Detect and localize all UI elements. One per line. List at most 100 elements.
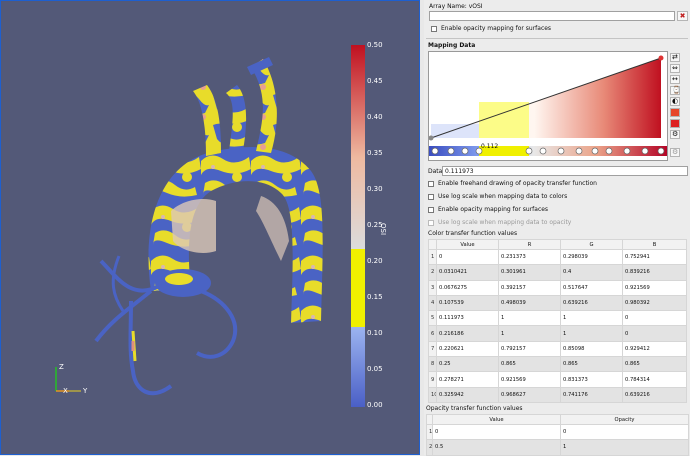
- save-preset-button[interactable]: [670, 119, 680, 128]
- rescale-to-data-button[interactable]: ⇔: [670, 64, 680, 73]
- table-row[interactable]: 5 0.111973 1 1 0: [428, 310, 687, 327]
- cell-r[interactable]: 0.498039: [498, 294, 561, 312]
- table-row[interactable]: 8 0.25 0.865 0.865 0.865: [428, 356, 687, 373]
- cell-g[interactable]: 0.831373: [560, 371, 623, 388]
- cell-b[interactable]: 0: [622, 325, 687, 342]
- cell-value[interactable]: 0: [432, 423, 561, 441]
- cell-b[interactable]: 0.752941: [622, 248, 687, 266]
- transfer-function-editor[interactable]: 0.112: [428, 51, 668, 161]
- invert-transfer-function-button[interactable]: ⇄: [670, 53, 680, 62]
- row-index[interactable]: 5: [428, 310, 437, 327]
- annotations-button[interactable]: ⚙: [670, 130, 680, 139]
- freehand-checkbox[interactable]: [428, 181, 434, 187]
- cell-value[interactable]: 0: [436, 248, 499, 266]
- cell-value[interactable]: 0.0310421: [436, 264, 499, 281]
- cell-b[interactable]: 0.865: [622, 356, 687, 373]
- scalar-bar-tick: 0.50: [367, 41, 383, 49]
- cell-value[interactable]: 0.325942: [436, 386, 499, 403]
- log-scale-colors-checkbox[interactable]: [428, 194, 434, 200]
- cell-value[interactable]: 0.0676275: [436, 279, 499, 296]
- opacity-transfer-table[interactable]: Value Opacity 1 0 0 2 0.5 1: [426, 414, 689, 456]
- rescale-temporal-button[interactable]: ⌚: [670, 86, 681, 95]
- row-index[interactable]: 1: [428, 248, 437, 266]
- table-row[interactable]: 9 0.278271 0.921569 0.831373 0.784314: [428, 371, 687, 388]
- cell-g[interactable]: 0.865: [560, 356, 623, 373]
- advanced-button[interactable]: ⚙: [670, 148, 680, 157]
- cell-r[interactable]: 1: [498, 325, 561, 342]
- cell-r[interactable]: 1: [498, 310, 561, 327]
- cell-g[interactable]: 0.741176: [560, 386, 623, 403]
- cell-r[interactable]: 0.231373: [498, 248, 561, 266]
- column-header-r[interactable]: R: [498, 239, 561, 250]
- cell-value[interactable]: 0.5: [432, 439, 561, 456]
- column-header-b[interactable]: B: [622, 239, 687, 250]
- cell-g[interactable]: 0.4: [560, 264, 623, 281]
- table-row[interactable]: 10 0.325942 0.968627 0.741176 0.639216: [428, 386, 687, 403]
- opacity-surfaces-checkbox[interactable]: [428, 207, 434, 213]
- row-index[interactable]: 4: [428, 294, 437, 312]
- row-index[interactable]: 3: [428, 279, 437, 296]
- table-row[interactable]: 1 0 0.231373 0.298039 0.752941: [428, 248, 687, 266]
- clear-button[interactable]: ✖: [677, 11, 688, 21]
- cell-g[interactable]: 0.298039: [560, 248, 623, 266]
- cell-b[interactable]: 0.921569: [622, 279, 687, 296]
- data-value-field[interactable]: 0.111973: [442, 166, 688, 176]
- cell-value[interactable]: 0.111973: [436, 310, 499, 327]
- color-function-bar[interactable]: [429, 144, 667, 158]
- search-input[interactable]: [429, 11, 675, 21]
- cell-g[interactable]: 1: [560, 310, 623, 327]
- column-header-opacity[interactable]: Opacity: [560, 414, 689, 425]
- row-index[interactable]: 10: [428, 386, 437, 403]
- cell-b[interactable]: 0.980392: [622, 294, 687, 312]
- scalar-bar-tick: 0.35: [367, 149, 383, 157]
- row-index[interactable]: 8: [428, 356, 437, 373]
- cell-b[interactable]: 0.839216: [622, 264, 687, 281]
- axis-z-label: Z: [59, 363, 64, 371]
- column-header-value[interactable]: Value: [436, 239, 499, 250]
- cell-value[interactable]: 0.220621: [436, 340, 499, 358]
- cell-r[interactable]: 0.921569: [498, 371, 561, 388]
- cell-b[interactable]: 0.639216: [622, 386, 687, 403]
- color-transfer-table[interactable]: Value R G B 1 0 0.231373 0.298039 0.7529…: [428, 239, 687, 403]
- table-row[interactable]: 1 0 0: [426, 423, 689, 441]
- cell-g[interactable]: 1: [560, 325, 623, 342]
- cell-value[interactable]: 0.25: [436, 356, 499, 373]
- table-row[interactable]: 3 0.0676275 0.392157 0.517647 0.921569: [428, 279, 687, 296]
- cell-b[interactable]: 0: [622, 310, 687, 327]
- table-row[interactable]: 6 0.216186 1 1 0: [428, 325, 687, 342]
- row-index[interactable]: 7: [428, 340, 437, 358]
- cell-b[interactable]: 0.929412: [622, 340, 687, 358]
- cell-g[interactable]: 0.517647: [560, 279, 623, 296]
- cell-value[interactable]: 0.107539: [436, 294, 499, 312]
- divider: [426, 38, 688, 39]
- cell-opacity[interactable]: 0: [560, 423, 689, 441]
- rescale-custom-button[interactable]: ↔: [670, 75, 680, 84]
- cell-r[interactable]: 0.392157: [498, 279, 561, 296]
- column-header-g[interactable]: G: [560, 239, 623, 250]
- cell-b[interactable]: 0.784314: [622, 371, 687, 388]
- cell-r[interactable]: 0.792157: [498, 340, 561, 358]
- column-header-value[interactable]: Value: [432, 414, 561, 425]
- render-view[interactable]: Z X Y 0.50 0.45 0.40 0.35 0.30 0.25 0.20…: [0, 0, 420, 455]
- row-index[interactable]: 6: [428, 325, 437, 342]
- freehand-label: Enable freehand drawing of opacity trans…: [438, 180, 597, 187]
- table-row[interactable]: 2 0.0310421 0.301961 0.4 0.839216: [428, 264, 687, 281]
- rescale-visible-button[interactable]: ◐: [670, 97, 680, 106]
- row-index[interactable]: 2: [428, 264, 437, 281]
- table-row[interactable]: 2 0.5 1: [426, 439, 689, 456]
- enable-opacity-surfaces-checkbox-top[interactable]: [431, 26, 437, 32]
- table-row[interactable]: 4 0.107539 0.498039 0.639216 0.980392: [428, 294, 687, 312]
- cell-r[interactable]: 0.865: [498, 356, 561, 373]
- cell-g[interactable]: 0.639216: [560, 294, 623, 312]
- cell-r[interactable]: 0.301961: [498, 264, 561, 281]
- orientation-axes: [55, 367, 81, 392]
- log-scale-opacity-checkbox[interactable]: [428, 220, 434, 226]
- table-row[interactable]: 7 0.220621 0.792157 0.85098 0.929412: [428, 340, 687, 358]
- cell-value[interactable]: 0.278271: [436, 371, 499, 388]
- cell-g[interactable]: 0.85098: [560, 340, 623, 358]
- row-index[interactable]: 9: [428, 371, 437, 388]
- choose-preset-button[interactable]: [670, 108, 680, 117]
- cell-value[interactable]: 0.216186: [436, 325, 499, 342]
- cell-r[interactable]: 0.968627: [498, 386, 561, 403]
- cell-opacity[interactable]: 1: [560, 439, 689, 456]
